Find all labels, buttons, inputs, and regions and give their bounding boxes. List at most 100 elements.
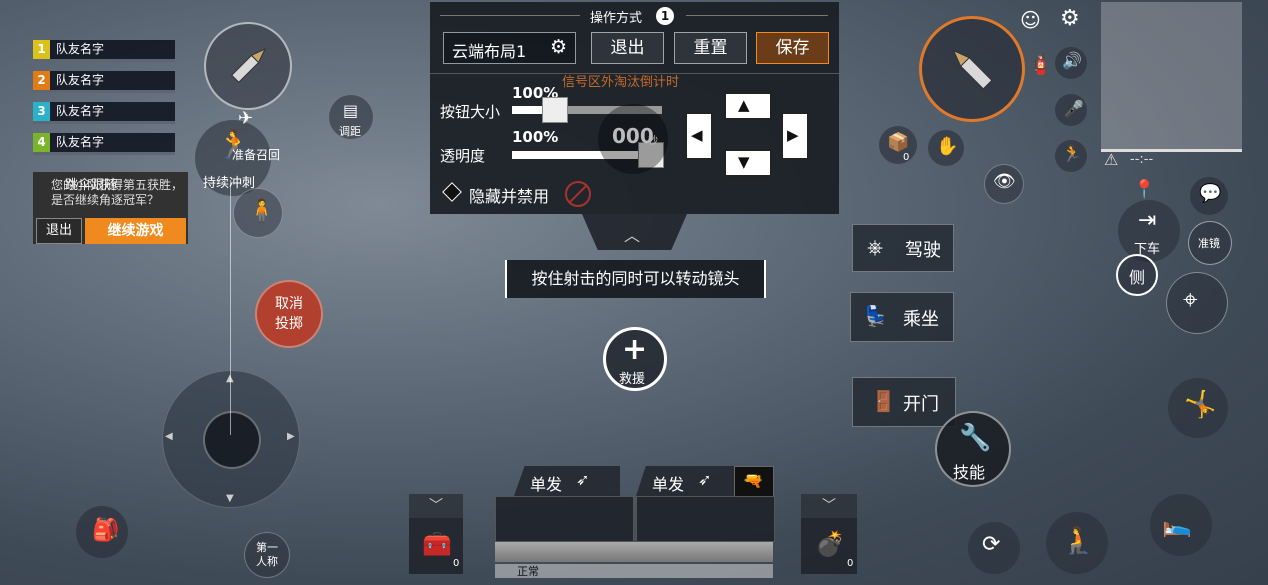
layout-select[interactable]: 云端布局1 ⚙: [443, 32, 576, 64]
cancel-throw-label: 取消投掷: [275, 296, 303, 332]
fire-mode-1: 单发: [530, 475, 563, 494]
scope-button[interactable]: 准镜: [1188, 221, 1232, 265]
speaker-icon: 🔊: [1062, 51, 1082, 70]
move-left-button[interactable]: ◀: [685, 112, 713, 160]
ammo-box-button[interactable]: 📦 0: [879, 126, 917, 164]
teammate-row: 1 队友名字: [33, 40, 175, 62]
backpack-button[interactable]: 🎒: [76, 506, 128, 558]
teammate-number: 1: [33, 40, 50, 59]
follow-continue-button[interactable]: 继续游戏: [85, 218, 186, 244]
joystick-arrow-down-icon: ▼: [226, 493, 234, 504]
auto-run-button[interactable]: 🏃: [1055, 140, 1087, 172]
status-bar: 正常: [495, 564, 773, 578]
microphone-button[interactable]: 🎤: [1055, 94, 1087, 126]
vehicle-health-bar: [495, 542, 773, 562]
open-door-button[interactable]: 🚪 开门: [852, 377, 956, 427]
reset-button[interactable]: 重置: [674, 32, 747, 64]
medkit-button[interactable]: 🧰 0: [409, 518, 463, 574]
pistol-icon: 🔫: [743, 471, 763, 490]
teammate-name: 队友名字: [56, 42, 105, 56]
range-icon: ▤: [343, 101, 359, 120]
settings-gear-icon[interactable]: ⚙: [1060, 6, 1080, 31]
bullet-icon: [952, 49, 993, 90]
arrow-left-icon: ◀: [691, 126, 703, 144]
follow-exit-button[interactable]: 退出: [36, 218, 82, 244]
chat-button[interactable]: 💬: [1190, 177, 1228, 215]
bullet-icon: [231, 47, 267, 83]
emote-icon[interactable]: ☺: [1020, 8, 1041, 32]
drive-label: 驾驶: [905, 240, 941, 261]
title-divider-left: [440, 15, 580, 16]
teammate-number: 3: [33, 102, 50, 121]
joystick-knob[interactable]: [203, 411, 261, 469]
medkit-icon: 🧰: [422, 530, 452, 558]
exit-vehicle-icon: ⇥: [1138, 208, 1157, 233]
pistol-slot[interactable]: 🔫: [734, 466, 774, 498]
sprint-guide-line: [230, 180, 231, 435]
teammate-name: 队友名字: [56, 135, 105, 149]
weapon-slot-2-tab[interactable]: 单发 ➶: [636, 466, 734, 496]
speaker-button[interactable]: 🔊: [1055, 47, 1087, 79]
first-person-button[interactable]: 第一人称: [244, 532, 290, 578]
title-divider-right: [686, 15, 828, 16]
hide-disable-label[interactable]: 隐藏并禁用: [469, 183, 549, 207]
grenade-button[interactable]: 💣 0: [801, 518, 857, 574]
side-view-label: 侧: [1129, 268, 1146, 287]
minimap[interactable]: [1101, 2, 1242, 152]
drive-button[interactable]: ⎈ 驾驶: [852, 224, 954, 272]
rescue-button[interactable]: + 救援: [603, 327, 667, 391]
save-button[interactable]: 保存: [756, 32, 829, 64]
move-up-button[interactable]: ▲: [724, 92, 772, 120]
gesture-button[interactable]: ✋: [928, 130, 964, 166]
prone-button[interactable]: 🛌: [1150, 494, 1212, 556]
tip-banner: 按住射击的同时可以转动镜头: [505, 260, 766, 298]
layout-name: 云端布局1: [452, 42, 527, 61]
side-view-button[interactable]: 侧: [1116, 254, 1158, 296]
follow-message: 您的小队获得第五获胜，是否继续角逐冠军？: [51, 178, 184, 207]
weapon-slot-2[interactable]: [636, 496, 775, 542]
fire-button-right[interactable]: [919, 16, 1025, 122]
skill-button[interactable]: 🔧 技能: [935, 411, 1011, 487]
joystick[interactable]: ▲ ▼ ◀ ▶: [162, 370, 300, 508]
lean-button[interactable]: 🧍: [233, 188, 283, 238]
get-off-button[interactable]: ⇥ 下车: [1118, 200, 1180, 262]
move-down-button[interactable]: ▼: [724, 149, 772, 177]
free-look-button[interactable]: 👁: [984, 164, 1024, 204]
steering-wheel-icon: ⎈: [867, 235, 883, 259]
chevron-down-icon: ﹀: [429, 498, 443, 514]
range-adjust-button[interactable]: ▤ 调距: [328, 94, 374, 140]
grenade-tab[interactable]: ﹀: [801, 494, 857, 518]
sprint-label: 持续冲刺: [203, 176, 256, 191]
disable-icon[interactable]: [565, 181, 591, 207]
run-icon: 🏃: [1062, 144, 1082, 163]
teammate-name: 队友名字: [56, 104, 105, 118]
move-right-button[interactable]: ▶: [781, 112, 809, 160]
weapon-slot-1-tab[interactable]: 单发 ➶: [514, 466, 620, 496]
fire-mode-1-icon: ➶: [576, 470, 590, 489]
panel-collapse-tab[interactable]: ︿: [582, 214, 687, 250]
panel-exit-button[interactable]: 退出: [591, 32, 664, 64]
spray-icon[interactable]: 🧯: [1028, 52, 1053, 76]
arrow-right-icon: ▶: [787, 126, 799, 144]
crouch-button[interactable]: 🧎: [1046, 512, 1108, 574]
range-label: 调距: [339, 125, 361, 138]
reload-button[interactable]: ⟳: [968, 522, 1020, 574]
ride-label: 乘坐: [903, 309, 939, 330]
jump-button[interactable]: 🤸: [1168, 378, 1228, 438]
button-size-label: 按钮大小: [440, 103, 501, 121]
opacity-label: 透明度: [440, 147, 486, 165]
arrow-up-icon: ▲: [738, 96, 750, 114]
drone-icon: ✈: [238, 108, 254, 129]
weapon-slot-1[interactable]: [495, 496, 634, 542]
panel-title-badge: 1: [656, 7, 674, 25]
aim-button[interactable]: ⌖: [1166, 272, 1228, 334]
cancel-throw-button[interactable]: 取消投掷: [255, 280, 323, 348]
warning-icon: ⚠: [1104, 150, 1119, 169]
medkit-tab[interactable]: ﹀: [409, 494, 463, 518]
button-size-thumb[interactable]: [542, 97, 568, 123]
crouch-icon: 🧎: [1062, 526, 1095, 556]
teammate-number: 2: [33, 71, 50, 90]
ride-button[interactable]: 💺 乘坐: [850, 292, 954, 342]
fire-button-left[interactable]: [204, 22, 292, 110]
timer-unit: 秒: [648, 136, 658, 147]
